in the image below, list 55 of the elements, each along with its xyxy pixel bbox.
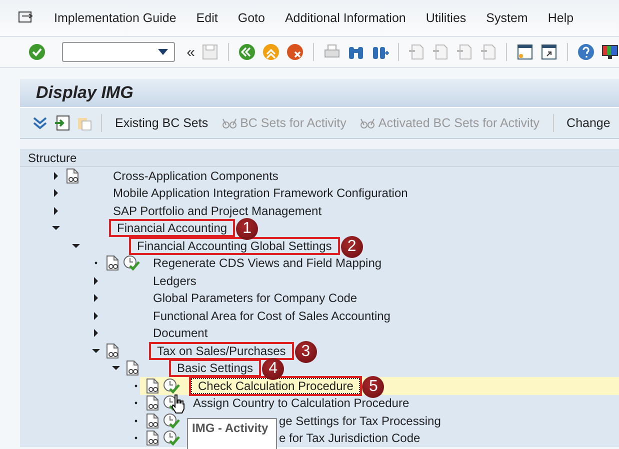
screen-title: Display IMG [20, 79, 619, 107]
enter-check-icon[interactable] [28, 43, 46, 61]
step-number-badge: 5 [362, 376, 384, 398]
tree-item-label[interactable]: Ledgers [151, 274, 198, 288]
menu-item[interactable]: Utilities [416, 11, 476, 25]
document-glasses-icon[interactable] [145, 412, 160, 429]
menu-item[interactable]: Implementation Guide [44, 11, 186, 25]
clock-check-icon[interactable] [123, 255, 140, 272]
tree-item-label[interactable]: Document [151, 326, 210, 340]
column-header: Structure [20, 149, 619, 167]
glasses-icon [222, 117, 238, 129]
shortcut-window-icon[interactable] [540, 43, 558, 61]
clock-check-icon[interactable] [163, 378, 180, 394]
menu-item[interactable]: Additional Information [274, 11, 416, 25]
tree-item-label[interactable]: SAP Portfolio and Project Management [111, 204, 324, 218]
help-icon[interactable] [577, 43, 596, 61]
menu-item[interactable]: System [476, 11, 538, 25]
document-glasses-icon[interactable] [105, 255, 120, 272]
toolbar-button[interactable]: Change [562, 116, 614, 130]
cancel-icon[interactable] [286, 43, 304, 61]
glasses-icon [360, 117, 376, 129]
monitor-icon[interactable] [601, 43, 619, 61]
tree-item-label[interactable]: Cross-Application Components [111, 168, 280, 183]
command-field[interactable] [62, 42, 175, 62]
back-icon[interactable] [238, 43, 256, 61]
document-glasses-icon[interactable] [105, 342, 120, 359]
menu-icon[interactable] [18, 11, 34, 25]
document-glasses-icon[interactable] [145, 378, 160, 394]
menu-item[interactable]: Help [538, 11, 584, 25]
tree-item-label[interactable]: Assign Country to Calculation Procedure [191, 396, 412, 410]
document-glasses-icon[interactable] [65, 168, 80, 184]
step-number-badge: 2 [340, 236, 363, 258]
hand-cursor-icon [170, 394, 186, 414]
expand-all-icon[interactable] [32, 115, 48, 131]
menu-item[interactable]: Edit [186, 11, 228, 25]
expand-toolbar-button[interactable]: « [186, 44, 195, 60]
new-window-icon[interactable] [516, 43, 534, 61]
tooltip: IMG - Activity [187, 418, 277, 449]
document-glasses-icon[interactable] [145, 430, 160, 446]
step-number-badge: 3 [294, 340, 317, 363]
clock-check-icon[interactable] [163, 412, 180, 429]
tree-item-label[interactable]: Mobile Application Integration Framework Configuration [111, 186, 410, 200]
dropdown-arrow-icon[interactable] [158, 49, 168, 55]
step-number-badge: 1 [236, 218, 258, 240]
clock-check-icon[interactable] [163, 430, 180, 446]
tree-item-label[interactable]: Functional Area for Cost of Sales Accounting [151, 308, 392, 323]
tree-item-label[interactable]: e for Tax Jurisdiction Code [277, 431, 422, 446]
document-glasses-icon[interactable] [125, 360, 140, 376]
document-glasses-icon[interactable] [145, 395, 160, 412]
tree-item-label[interactable]: ge Settings for Tax Processing [277, 414, 443, 428]
toolbar-button[interactable]: Existing BC Sets [111, 116, 212, 130]
tree-item-label[interactable]: Regenerate CDS Views and Field Mapping [151, 256, 384, 270]
clipboard-icon[interactable] [76, 115, 92, 131]
menu-item[interactable]: Goto [228, 11, 275, 25]
tree-item-label[interactable]: Global Parameters for Company Code [151, 291, 360, 306]
